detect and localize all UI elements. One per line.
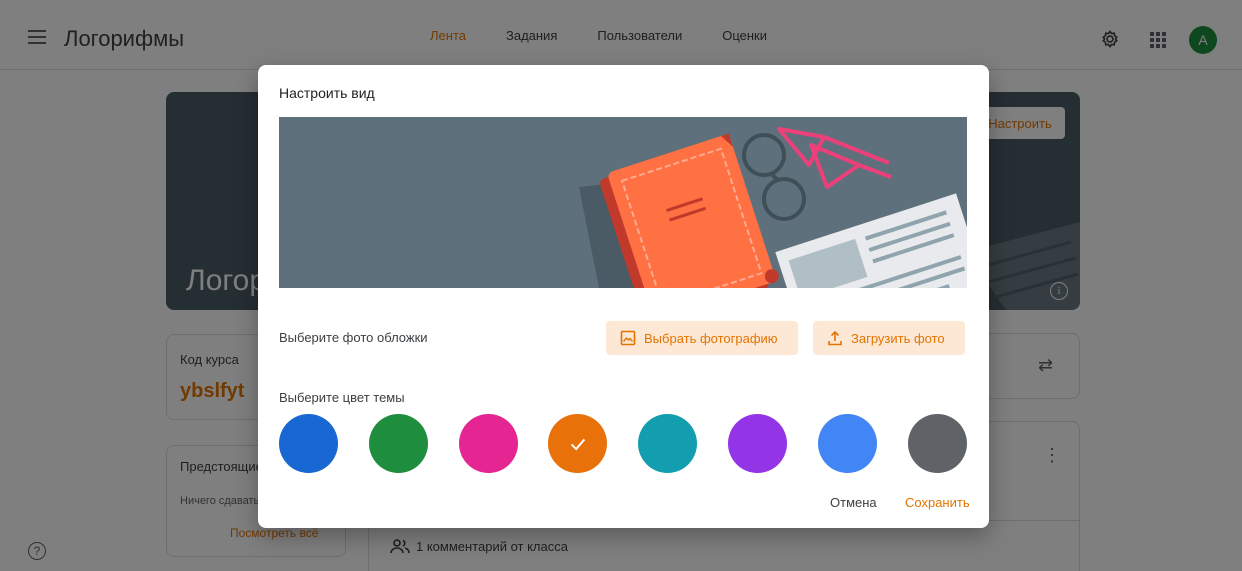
- theme-color-orange[interactable]: [548, 414, 607, 473]
- theme-color-label: Выберите цвет темы: [279, 390, 405, 405]
- cover-photo-label: Выберите фото обложки: [279, 330, 428, 345]
- customize-dialog: Настроить вид Выберите фото обложки Выбр…: [258, 65, 989, 528]
- image-icon: [620, 330, 636, 346]
- theme-color-blue[interactable]: [279, 414, 338, 473]
- upload-icon: [828, 330, 842, 346]
- theme-color-gray[interactable]: [908, 414, 967, 473]
- theme-color-light-blue[interactable]: [818, 414, 877, 473]
- theme-color-pink[interactable]: [459, 414, 518, 473]
- theme-color-teal[interactable]: [638, 414, 697, 473]
- upload-photo-button[interactable]: Загрузить фото: [813, 321, 965, 355]
- select-photo-label: Выбрать фотографию: [644, 330, 778, 346]
- check-icon: [570, 438, 585, 451]
- theme-color-green[interactable]: [369, 414, 428, 473]
- theme-color-swatches: [279, 414, 969, 473]
- theme-color-purple[interactable]: [728, 414, 787, 473]
- select-photo-button[interactable]: Выбрать фотографию: [606, 321, 798, 355]
- save-button[interactable]: Сохранить: [905, 495, 970, 510]
- dialog-title: Настроить вид: [279, 85, 375, 101]
- upload-photo-label: Загрузить фото: [851, 330, 945, 346]
- cover-illustration: [579, 127, 967, 288]
- cover-preview: [279, 117, 967, 288]
- cancel-button[interactable]: Отмена: [830, 495, 877, 510]
